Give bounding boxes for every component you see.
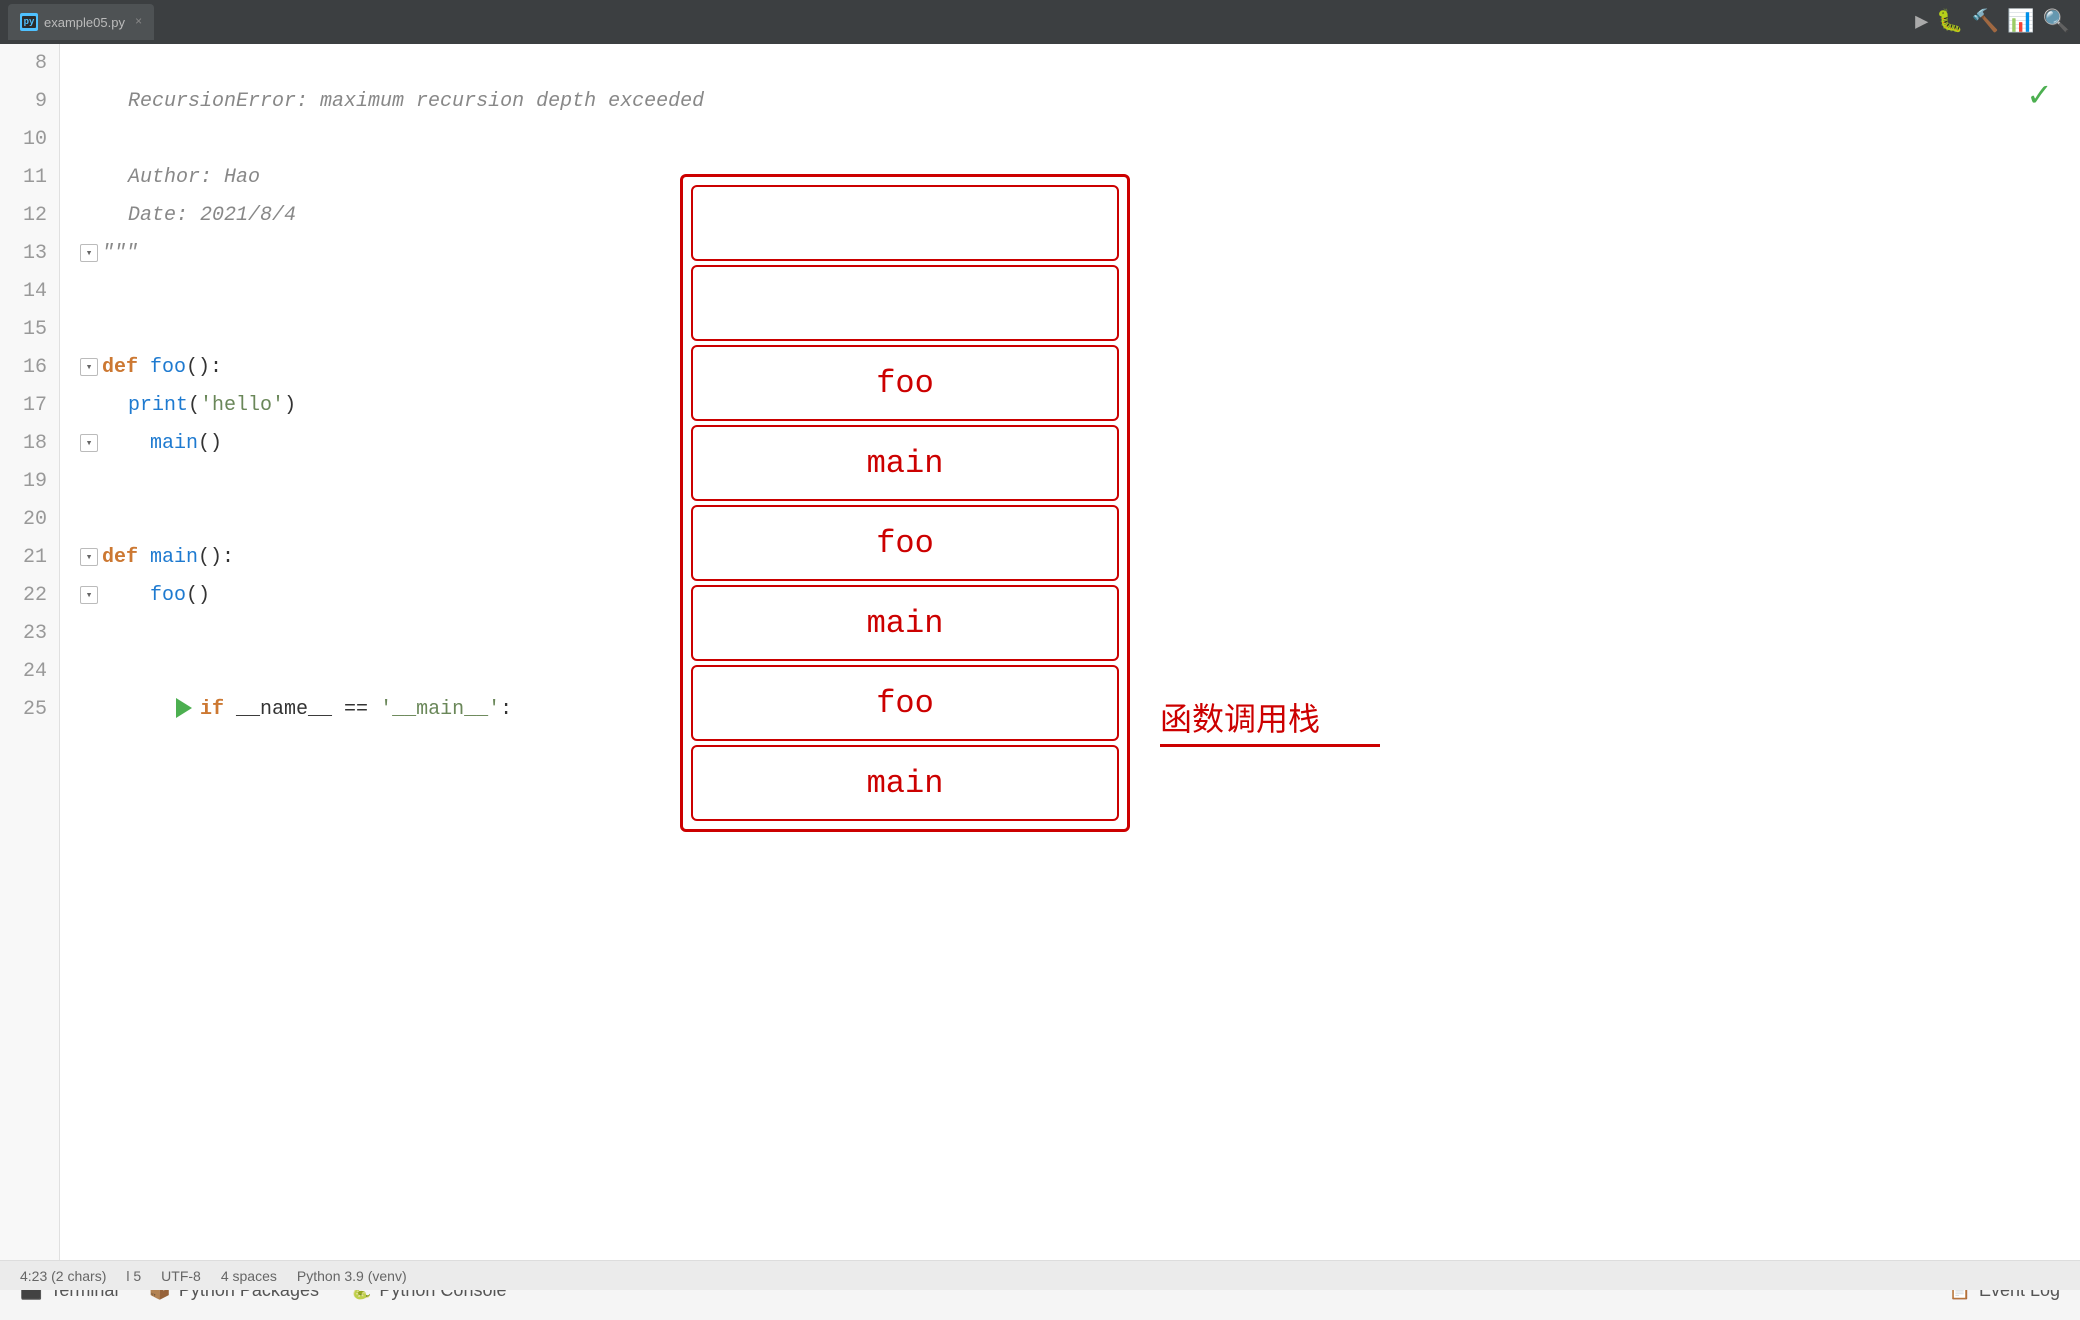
stack-frame-main-1: main xyxy=(691,425,1119,501)
line-num-11: 11 xyxy=(0,158,59,196)
call-stack-diagram: foo main foo main foo main xyxy=(680,174,1130,832)
line-info: l 5 xyxy=(126,1268,141,1284)
build-icon[interactable]: 🔨 xyxy=(1972,9,1999,35)
line-num-23: 23 xyxy=(0,614,59,652)
file-tab[interactable]: py example05.py × xyxy=(8,4,154,40)
stack-frame-foo-3: foo xyxy=(691,665,1119,741)
top-bar: py example05.py × ▶ 🐛 🔨 📊 🔍 xyxy=(0,0,2080,44)
line-num-19: 19 xyxy=(0,462,59,500)
status-bar: 4:23 (2 chars) l 5 UTF-8 4 spaces Python… xyxy=(0,1260,2080,1290)
editor-area: 8 9 10 11 12 13 14 15 16 17 18 19 20 21 … xyxy=(0,44,2080,1260)
line-num-25: 25 xyxy=(0,690,59,728)
checkmark-icon: ✓ xyxy=(2028,74,2050,117)
code-content[interactable]: RecursionError: maximum recursion depth … xyxy=(60,44,2080,1260)
line-numbers: 8 9 10 11 12 13 14 15 16 17 18 19 20 21 … xyxy=(0,44,60,1260)
code-line-8 xyxy=(60,44,2080,82)
cursor-position: 4:23 (2 chars) xyxy=(20,1268,106,1284)
python-version: Python 3.9 (venv) xyxy=(297,1268,407,1284)
top-bar-actions: ▶ 🐛 🔨 📊 🔍 xyxy=(1915,0,2070,44)
python-file-icon: py xyxy=(20,13,38,31)
line-num-22: 22 xyxy=(0,576,59,614)
code-line-9: RecursionError: maximum recursion depth … xyxy=(60,82,2080,120)
line-num-15: 15 xyxy=(0,310,59,348)
stack-frame-foo-2: foo xyxy=(691,505,1119,581)
fold-icon-21[interactable]: ▾ xyxy=(80,548,98,566)
stack-frame-main-2: main xyxy=(691,585,1119,661)
run-button-25[interactable] xyxy=(80,675,192,744)
line-num-17: 17 xyxy=(0,386,59,424)
fold-icon-13[interactable]: ▾ xyxy=(80,244,98,262)
line-num-9: 9 xyxy=(0,82,59,120)
fold-icon-16[interactable]: ▾ xyxy=(80,358,98,376)
fold-icon-18[interactable]: ▾ xyxy=(80,434,98,452)
fold-icon-22[interactable]: ▾ xyxy=(80,586,98,604)
call-stack-label-underline xyxy=(1160,744,1380,747)
code-line-10 xyxy=(60,120,2080,158)
line-num-8: 8 xyxy=(0,44,59,82)
line-num-14: 14 xyxy=(0,272,59,310)
search-icon[interactable]: 🔍 xyxy=(2043,9,2070,35)
line-num-12: 12 xyxy=(0,196,59,234)
stack-frame-main-3: main xyxy=(691,745,1119,821)
profile-icon[interactable]: 📊 xyxy=(2007,9,2034,35)
debug-icon[interactable]: 🐛 xyxy=(1936,9,1963,35)
stack-frame-2 xyxy=(691,265,1119,341)
call-stack-label: 函数调用栈 xyxy=(1160,694,1320,740)
encoding-info: UTF-8 xyxy=(161,1268,201,1284)
line-num-13: 13 xyxy=(0,234,59,272)
line-num-18: 18 xyxy=(0,424,59,462)
stack-frame-foo-1: foo xyxy=(691,345,1119,421)
tab-close-button[interactable]: × xyxy=(135,15,142,29)
line-num-16: 16 xyxy=(0,348,59,386)
line-num-20: 20 xyxy=(0,500,59,538)
line-num-10: 10 xyxy=(0,120,59,158)
line-num-24: 24 xyxy=(0,652,59,690)
indent-info: 4 spaces xyxy=(221,1268,277,1284)
run-icon[interactable]: ▶ xyxy=(1915,9,1928,35)
tab-filename: example05.py xyxy=(44,15,125,30)
line-num-21: 21 xyxy=(0,538,59,576)
stack-frame-1 xyxy=(691,185,1119,261)
